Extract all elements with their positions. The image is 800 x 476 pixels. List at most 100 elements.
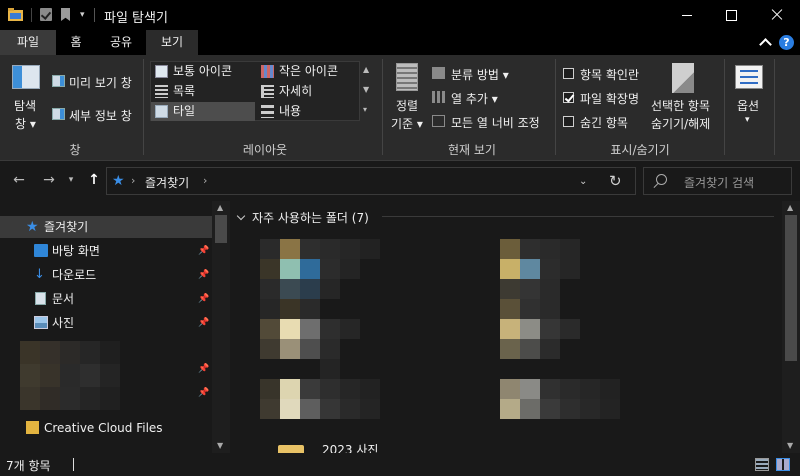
pin-icon[interactable]: 📌 (198, 364, 209, 374)
scroll-up-icon[interactable]: ▲ (787, 203, 793, 212)
folder-tile[interactable] (500, 379, 630, 439)
content-scrollbar[interactable]: ▲ ▼ (782, 201, 800, 453)
close-button[interactable] (754, 0, 800, 30)
file-extensions-label[interactable]: 파일 확장명 (580, 90, 639, 107)
preview-pane-button[interactable]: 미리 보기 창 (69, 74, 132, 91)
nav-item-downloads[interactable]: ↓ 다운로드 📌 (0, 264, 212, 286)
pin-icon[interactable]: 📌 (198, 388, 209, 398)
obscured-nav-items (20, 341, 120, 411)
pin-icon[interactable]: 📌 (198, 312, 209, 334)
help-icon[interactable]: ? (779, 35, 794, 50)
address-bar[interactable]: ★ › 즐겨찾기 › ⌄ ↻ (106, 167, 636, 195)
nav-item-quick-access[interactable]: ★ 즐겨찾기 (0, 216, 212, 238)
scrollbar-thumb[interactable] (215, 215, 227, 243)
pin-icon[interactable]: 📌 (198, 288, 209, 310)
nav-item-documents[interactable]: 문서 📌 (0, 288, 212, 310)
layout-details[interactable]: 자세히 (257, 82, 361, 101)
folder-tile[interactable] (500, 299, 630, 379)
frequent-folders-header[interactable]: 자주 사용하는 폴더 (7) (236, 209, 369, 226)
item-checkboxes-label[interactable]: 항목 확인란 (580, 66, 639, 83)
customize-toolbar-dropdown[interactable]: ▾ (80, 10, 85, 20)
nav-pane-scrollbar[interactable]: ▲ ▼ (212, 201, 230, 453)
layout-content[interactable]: 내용 (257, 102, 361, 121)
sort-by-dropdown[interactable]: 기준 ▾ (391, 115, 423, 132)
tab-share[interactable]: 공유 (98, 30, 144, 55)
address-dropdown-icon[interactable]: ⌄ (579, 176, 587, 187)
scroll-up-icon[interactable]: ▲ (217, 203, 223, 212)
collapse-ribbon-icon[interactable] (758, 35, 772, 49)
scroll-down-icon[interactable]: ▼ (787, 441, 793, 450)
options-icon[interactable] (735, 65, 763, 89)
breadcrumb-separator[interactable]: › (131, 174, 135, 187)
up-button[interactable]: ↑ (84, 169, 104, 191)
group-by-button[interactable]: 분류 방법 ▾ (451, 66, 509, 83)
navigation-pane-label[interactable]: 탐색 (14, 97, 36, 114)
large-icons-view-icon[interactable] (776, 458, 790, 471)
quick-access-star-icon: ★ (112, 173, 125, 189)
layout-tiles[interactable]: 타일 (151, 102, 255, 121)
group-separator (555, 59, 556, 155)
item-checkboxes-checkbox[interactable] (563, 68, 574, 79)
hide-selected-label[interactable]: 선택한 항목 (651, 97, 710, 114)
nav-item-desktop[interactable]: 바탕 화면 📌 (0, 240, 212, 262)
breadcrumb-separator[interactable]: › (203, 174, 207, 187)
options-dropdown-icon[interactable]: ▾ (745, 115, 750, 125)
group-separator (143, 59, 144, 155)
hidden-items-checkbox[interactable] (563, 116, 574, 127)
size-all-columns-button[interactable]: 모든 열 너비 조정 (451, 114, 540, 131)
nav-item-creative-cloud[interactable]: Creative Cloud Files (0, 417, 212, 439)
forward-button[interactable]: → (38, 169, 60, 191)
navigation-pane: ★ 즐겨찾기 바탕 화면 📌 ↓ 다운로드 📌 문서 📌 사진 📌 📌 📌 Cr… (0, 201, 230, 453)
tab-view[interactable]: 보기 (146, 30, 198, 55)
hide-selected-label-2[interactable]: 숨기기/해제 (651, 115, 710, 132)
minimize-button[interactable] (664, 0, 710, 30)
details-pane-icon[interactable] (52, 108, 65, 120)
details-view-icon[interactable] (755, 458, 769, 471)
back-button[interactable]: ← (8, 169, 30, 191)
layout-list[interactable]: 목록 (151, 82, 255, 101)
navigation-pane-dropdown[interactable]: 창 ▾ (15, 115, 36, 132)
hide-selected-icon[interactable] (672, 63, 694, 93)
layout-gallery: 보통 아이콘 작은 아이콘 목록 자세히 타일 내용 (150, 61, 360, 121)
nav-item-label: 바탕 화면 (52, 244, 100, 258)
folder-tile[interactable] (260, 379, 390, 439)
pane-group-label: 창 (69, 143, 81, 157)
properties-icon[interactable] (40, 8, 52, 21)
recent-locations-dropdown[interactable]: ▾ (64, 169, 78, 191)
gallery-more-icon[interactable]: ▾ (363, 105, 367, 114)
layout-medium-icons[interactable]: 보통 아이콘 (151, 62, 255, 81)
file-extensions-checkbox[interactable] (563, 92, 574, 103)
title-bar: ▾ 파일 탐색기 (0, 0, 800, 30)
search-input[interactable]: 즐겨찾기 검색 (643, 167, 792, 195)
gallery-up-icon[interactable]: ▲ (363, 65, 369, 74)
current-view-group-label: 현재 보기 (448, 143, 496, 157)
nav-item-pictures[interactable]: 사진 📌 (0, 312, 212, 334)
group-title: 자주 사용하는 폴더 (7) (252, 211, 369, 225)
maximize-button[interactable] (708, 0, 754, 30)
pictures-icon (34, 316, 48, 329)
layout-gallery-scroll[interactable]: ▲ ▼ ▾ (360, 61, 374, 121)
show-hide-group-label: 표시/숨기기 (610, 143, 670, 157)
breadcrumb-quick-access[interactable]: 즐겨찾기 (145, 174, 189, 191)
options-button[interactable]: 옵션 (737, 97, 759, 114)
hidden-items-label[interactable]: 숨긴 항목 (580, 114, 628, 131)
folder-tile[interactable] (260, 299, 390, 379)
refresh-icon[interactable]: ↻ (609, 172, 622, 190)
add-columns-button[interactable]: 열 추가 ▾ (451, 90, 498, 107)
preview-pane-icon[interactable] (52, 75, 65, 87)
gallery-down-icon[interactable]: ▼ (363, 85, 369, 94)
sort-by-icon[interactable] (396, 63, 418, 91)
pin-icon[interactable]: 📌 (198, 240, 209, 262)
group-separator (774, 59, 775, 155)
tab-file[interactable]: 파일 (0, 30, 56, 55)
pin-icon[interactable]: 📌 (198, 264, 209, 286)
scroll-down-icon[interactable]: ▼ (217, 441, 223, 450)
sort-by-label[interactable]: 정렬 (396, 97, 418, 114)
navigation-pane-icon[interactable] (12, 65, 40, 89)
layout-small-icons[interactable]: 작은 아이콘 (257, 62, 361, 81)
new-folder-icon[interactable] (61, 8, 70, 21)
scrollbar-thumb[interactable] (785, 215, 797, 361)
tab-home[interactable]: 홈 (58, 30, 94, 55)
title-separator (94, 8, 95, 22)
details-pane-button[interactable]: 세부 정보 창 (69, 107, 132, 124)
